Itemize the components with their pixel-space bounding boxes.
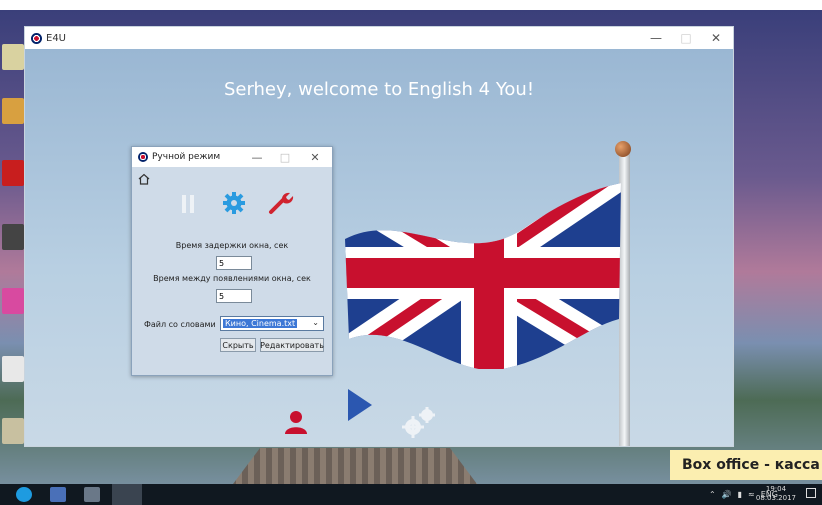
file-select[interactable]: Кино, Cinema.txt ⌄: [220, 316, 324, 331]
user-icon[interactable]: [284, 409, 308, 435]
main-window-title: E4U: [46, 32, 66, 44]
manual-mode-dialog: Ручной режим — □ ✕ Время задержки окна, …: [131, 146, 333, 376]
uk-flag-image: [345, 183, 621, 369]
dialog-maximize-button[interactable]: □: [274, 147, 296, 167]
pier-image: [230, 448, 480, 486]
play-button[interactable]: [348, 389, 372, 421]
dialog-minimize-button[interactable]: —: [246, 147, 268, 167]
clock[interactable]: 19:04 08.03.2017: [756, 485, 796, 503]
desktop-icon[interactable]: [2, 98, 24, 124]
dialog-title: Ручной режим: [152, 152, 221, 162]
e4u-taskbar-icon[interactable]: [112, 484, 142, 505]
clock-date: 08.03.2017: [755, 494, 796, 502]
flag-pole-finial: [615, 141, 631, 157]
skype-icon[interactable]: [16, 487, 32, 502]
gear-icon[interactable]: [222, 191, 246, 215]
main-titlebar[interactable]: E4U — □ ✕: [25, 27, 733, 49]
settings-gears-icon[interactable]: [401, 405, 437, 439]
delay-input[interactable]: [216, 256, 252, 270]
desktop-icon[interactable]: [2, 356, 24, 382]
desktop-icon[interactable]: [2, 160, 24, 186]
file-label: Файл со словами: [144, 320, 216, 329]
minimize-button[interactable]: —: [641, 27, 671, 49]
maximize-button[interactable]: □: [671, 27, 701, 49]
pause-icon[interactable]: [182, 195, 196, 213]
wifi-icon[interactable]: ≈: [748, 490, 755, 499]
notifications-icon[interactable]: [806, 488, 816, 498]
interval-input[interactable]: [216, 289, 252, 303]
app-flag-icon: [31, 32, 42, 44]
desktop-icon[interactable]: [2, 288, 24, 314]
dialog-flag-icon: [138, 152, 148, 162]
interval-label: Время между появлениями окна, сек: [153, 274, 311, 283]
app-icon[interactable]: [50, 487, 66, 502]
dialog-titlebar[interactable]: Ручной режим — □ ✕: [132, 147, 332, 167]
taskbar: ⌃ 🔊 ▮ ≈ ENG 19:04 08.03.2017: [0, 484, 822, 505]
volume-icon[interactable]: 🔊: [722, 490, 732, 499]
wrench-icon[interactable]: [268, 191, 294, 215]
hide-button[interactable]: Скрыть: [220, 338, 256, 352]
desktop-icon[interactable]: [2, 224, 24, 250]
chevron-up-icon[interactable]: ⌃: [709, 490, 716, 499]
close-button[interactable]: ✕: [701, 27, 731, 49]
chevron-down-icon[interactable]: ⌄: [312, 318, 319, 327]
welcome-text: Serhey, welcome to English 4 You!: [223, 79, 535, 100]
file-select-value: Кино, Cinema.txt: [223, 319, 298, 328]
battery-icon[interactable]: ▮: [738, 490, 742, 499]
desktop-icon[interactable]: [2, 418, 24, 444]
screen-top-edge: [0, 0, 822, 10]
edit-button[interactable]: Редактировать: [260, 338, 324, 352]
caption-banner: Box office - касса: [670, 450, 822, 480]
app-icon[interactable]: [84, 487, 100, 502]
dialog-close-button[interactable]: ✕: [304, 147, 326, 167]
delay-label: Время задержки окна, сек: [175, 241, 289, 250]
desktop-icon[interactable]: [2, 44, 24, 70]
home-icon[interactable]: [138, 173, 150, 185]
clock-time: 19:04: [765, 485, 787, 493]
